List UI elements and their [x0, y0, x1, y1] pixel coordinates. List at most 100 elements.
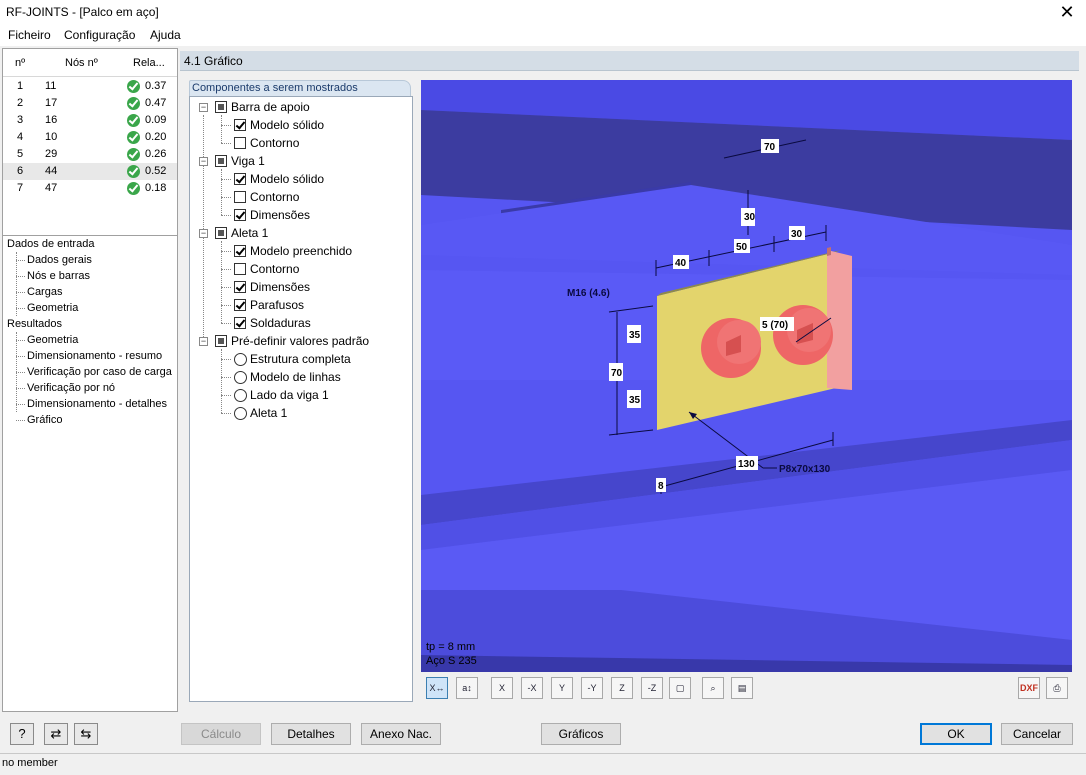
- menu-file[interactable]: Ficheiro: [8, 28, 51, 42]
- aleta-contorno-label[interactable]: Contorno: [250, 262, 299, 276]
- aleta-checkbox[interactable]: [215, 227, 227, 239]
- tree-dados-gerais[interactable]: Dados gerais: [27, 254, 92, 266]
- table-row[interactable]: 3 16 0.09: [3, 112, 177, 129]
- aleta-modelo-preenchido-label[interactable]: Modelo preenchido: [250, 244, 352, 258]
- collapse-predefinir-icon[interactable]: −: [199, 337, 208, 346]
- zoom-all-icon[interactable]: ⌕: [702, 677, 724, 699]
- tree-geometria-results[interactable]: Geometria: [27, 334, 78, 346]
- box-view-icon[interactable]: ▢: [669, 677, 691, 699]
- group-barra-apoio[interactable]: Barra de apoio: [231, 100, 310, 114]
- tree-cargas[interactable]: Cargas: [27, 286, 62, 298]
- help-icon[interactable]: ?: [10, 723, 34, 745]
- aleta-parafusos-checkbox[interactable]: [234, 299, 246, 311]
- row-ratio: 0.52: [145, 165, 167, 177]
- modelo-linhas-label[interactable]: Modelo de linhas: [250, 370, 341, 384]
- dim-70-top: 70: [764, 142, 776, 153]
- viga-dimensoes-label[interactable]: Dimensões: [250, 208, 310, 222]
- menu-config[interactable]: Configuração: [64, 28, 135, 42]
- collapse-barra-icon[interactable]: −: [199, 103, 208, 112]
- close-icon[interactable]: ✕: [1056, 1, 1078, 23]
- radio-modelo-linhas[interactable]: [234, 371, 247, 384]
- view-z-icon[interactable]: Z: [611, 677, 633, 699]
- display-options-icon[interactable]: ▤: [731, 677, 753, 699]
- estrutura-completa-label[interactable]: Estrutura completa: [250, 352, 351, 366]
- view-x-icon[interactable]: X↔: [426, 677, 448, 699]
- table-row[interactable]: 2 17 0.47: [3, 95, 177, 112]
- viga-modelo-solido-label[interactable]: Modelo sólido: [250, 172, 324, 186]
- import-icon[interactable]: ⇆: [74, 723, 98, 745]
- aleta-radio-label[interactable]: Aleta 1: [250, 406, 287, 420]
- barra-modelo-solido-label[interactable]: Modelo sólido: [250, 118, 324, 132]
- barra-contorno-label[interactable]: Contorno: [250, 136, 299, 150]
- view-iso-icon[interactable]: a↕: [456, 677, 478, 699]
- row-node: 10: [45, 131, 58, 143]
- row-no: 6: [17, 165, 24, 177]
- aleta-parafusos-label[interactable]: Parafusos: [250, 298, 304, 312]
- calc-button[interactable]: Cálculo: [181, 723, 261, 745]
- menu-help[interactable]: Ajuda: [150, 28, 181, 42]
- view-y-icon[interactable]: Y: [551, 677, 573, 699]
- tree-dim-resumo[interactable]: Dimensionamento - resumo: [27, 350, 162, 362]
- collapse-viga-icon[interactable]: −: [199, 157, 208, 166]
- aleta-dimensoes-label[interactable]: Dimensões: [250, 280, 310, 294]
- col-ratio[interactable]: Rela...: [133, 57, 165, 69]
- dxf-export-icon[interactable]: DXF: [1018, 677, 1040, 699]
- viga-checkbox[interactable]: [215, 155, 227, 167]
- table-row[interactable]: 4 10 0.20: [3, 129, 177, 146]
- lado-viga-label[interactable]: Lado da viga 1: [250, 388, 329, 402]
- table-row[interactable]: 6 44 0.52: [3, 163, 177, 180]
- barra-modelo-solido-checkbox[interactable]: [234, 119, 246, 131]
- panel-header: 4.1 Gráfico: [180, 51, 1079, 71]
- print-icon[interactable]: ⎙: [1046, 677, 1068, 699]
- tree-verif-caso[interactable]: Verificação por caso de carga: [27, 366, 172, 378]
- tree-input-group[interactable]: Dados de entrada: [7, 238, 94, 250]
- view-neg-x-icon[interactable]: -X: [521, 677, 543, 699]
- bolt-label: M16 (4.6): [567, 288, 610, 299]
- annex-button[interactable]: Anexo Nac.: [361, 723, 441, 745]
- table-row[interactable]: 5 29 0.26: [3, 146, 177, 163]
- barra-apoio-checkbox[interactable]: [215, 101, 227, 113]
- table-row[interactable]: 1 11 0.37: [3, 78, 177, 95]
- viga-contorno-checkbox[interactable]: [234, 191, 246, 203]
- table-row[interactable]: 7 47 0.18: [3, 180, 177, 197]
- check-ok-icon: [127, 148, 140, 161]
- check-ok-icon: [127, 80, 140, 93]
- row-ratio: 0.26: [145, 148, 167, 160]
- group-viga[interactable]: Viga 1: [231, 154, 265, 168]
- viga-modelo-solido-checkbox[interactable]: [234, 173, 246, 185]
- barra-contorno-checkbox[interactable]: [234, 137, 246, 149]
- viga-contorno-label[interactable]: Contorno: [250, 190, 299, 204]
- collapse-aleta-icon[interactable]: −: [199, 229, 208, 238]
- viga-dimensoes-checkbox[interactable]: [234, 209, 246, 221]
- cancel-button[interactable]: Cancelar: [1001, 723, 1073, 745]
- tree-dim-detalhes[interactable]: Dimensionamento - detalhes: [27, 398, 167, 410]
- tree-geometria-input[interactable]: Geometria: [27, 302, 78, 314]
- view-x-dir-icon[interactable]: X: [491, 677, 513, 699]
- view-neg-y-icon[interactable]: -Y: [581, 677, 603, 699]
- radio-estrutura-completa[interactable]: [234, 353, 247, 366]
- status-text: no member: [2, 757, 58, 769]
- col-no[interactable]: nº: [15, 57, 25, 69]
- tree-grafico[interactable]: Gráfico: [27, 414, 62, 426]
- view-neg-z-icon[interactable]: -Z: [641, 677, 663, 699]
- group-predefinir[interactable]: Pré-definir valores padrão: [231, 334, 369, 348]
- tree-results-group[interactable]: Resultados: [7, 318, 62, 330]
- export-icon[interactable]: ⇄: [44, 723, 68, 745]
- graphic-viewport[interactable]: M16 (4.6) P8x70x130 70 30 40 50 30 35 70…: [421, 80, 1072, 672]
- col-node[interactable]: Nós nº: [65, 57, 98, 69]
- aleta-dimensoes-checkbox[interactable]: [234, 281, 246, 293]
- aleta-soldaduras-label[interactable]: Soldaduras: [250, 316, 311, 330]
- graphics-button[interactable]: Gráficos: [541, 723, 621, 745]
- radio-aleta[interactable]: [234, 407, 247, 420]
- tree-nos-barras[interactable]: Nós e barras: [27, 270, 90, 282]
- group-aleta[interactable]: Aleta 1: [231, 226, 268, 240]
- predefinir-checkbox[interactable]: [215, 335, 227, 347]
- aleta-contorno-checkbox[interactable]: [234, 263, 246, 275]
- tree-verif-no[interactable]: Verificação por nó: [27, 382, 115, 394]
- radio-lado-viga[interactable]: [234, 389, 247, 402]
- ok-button[interactable]: OK: [920, 723, 992, 745]
- aleta-modelo-preenchido-checkbox[interactable]: [234, 245, 246, 257]
- dim-50: 50: [736, 242, 748, 253]
- details-button[interactable]: Detalhes: [271, 723, 351, 745]
- aleta-soldaduras-checkbox[interactable]: [234, 317, 246, 329]
